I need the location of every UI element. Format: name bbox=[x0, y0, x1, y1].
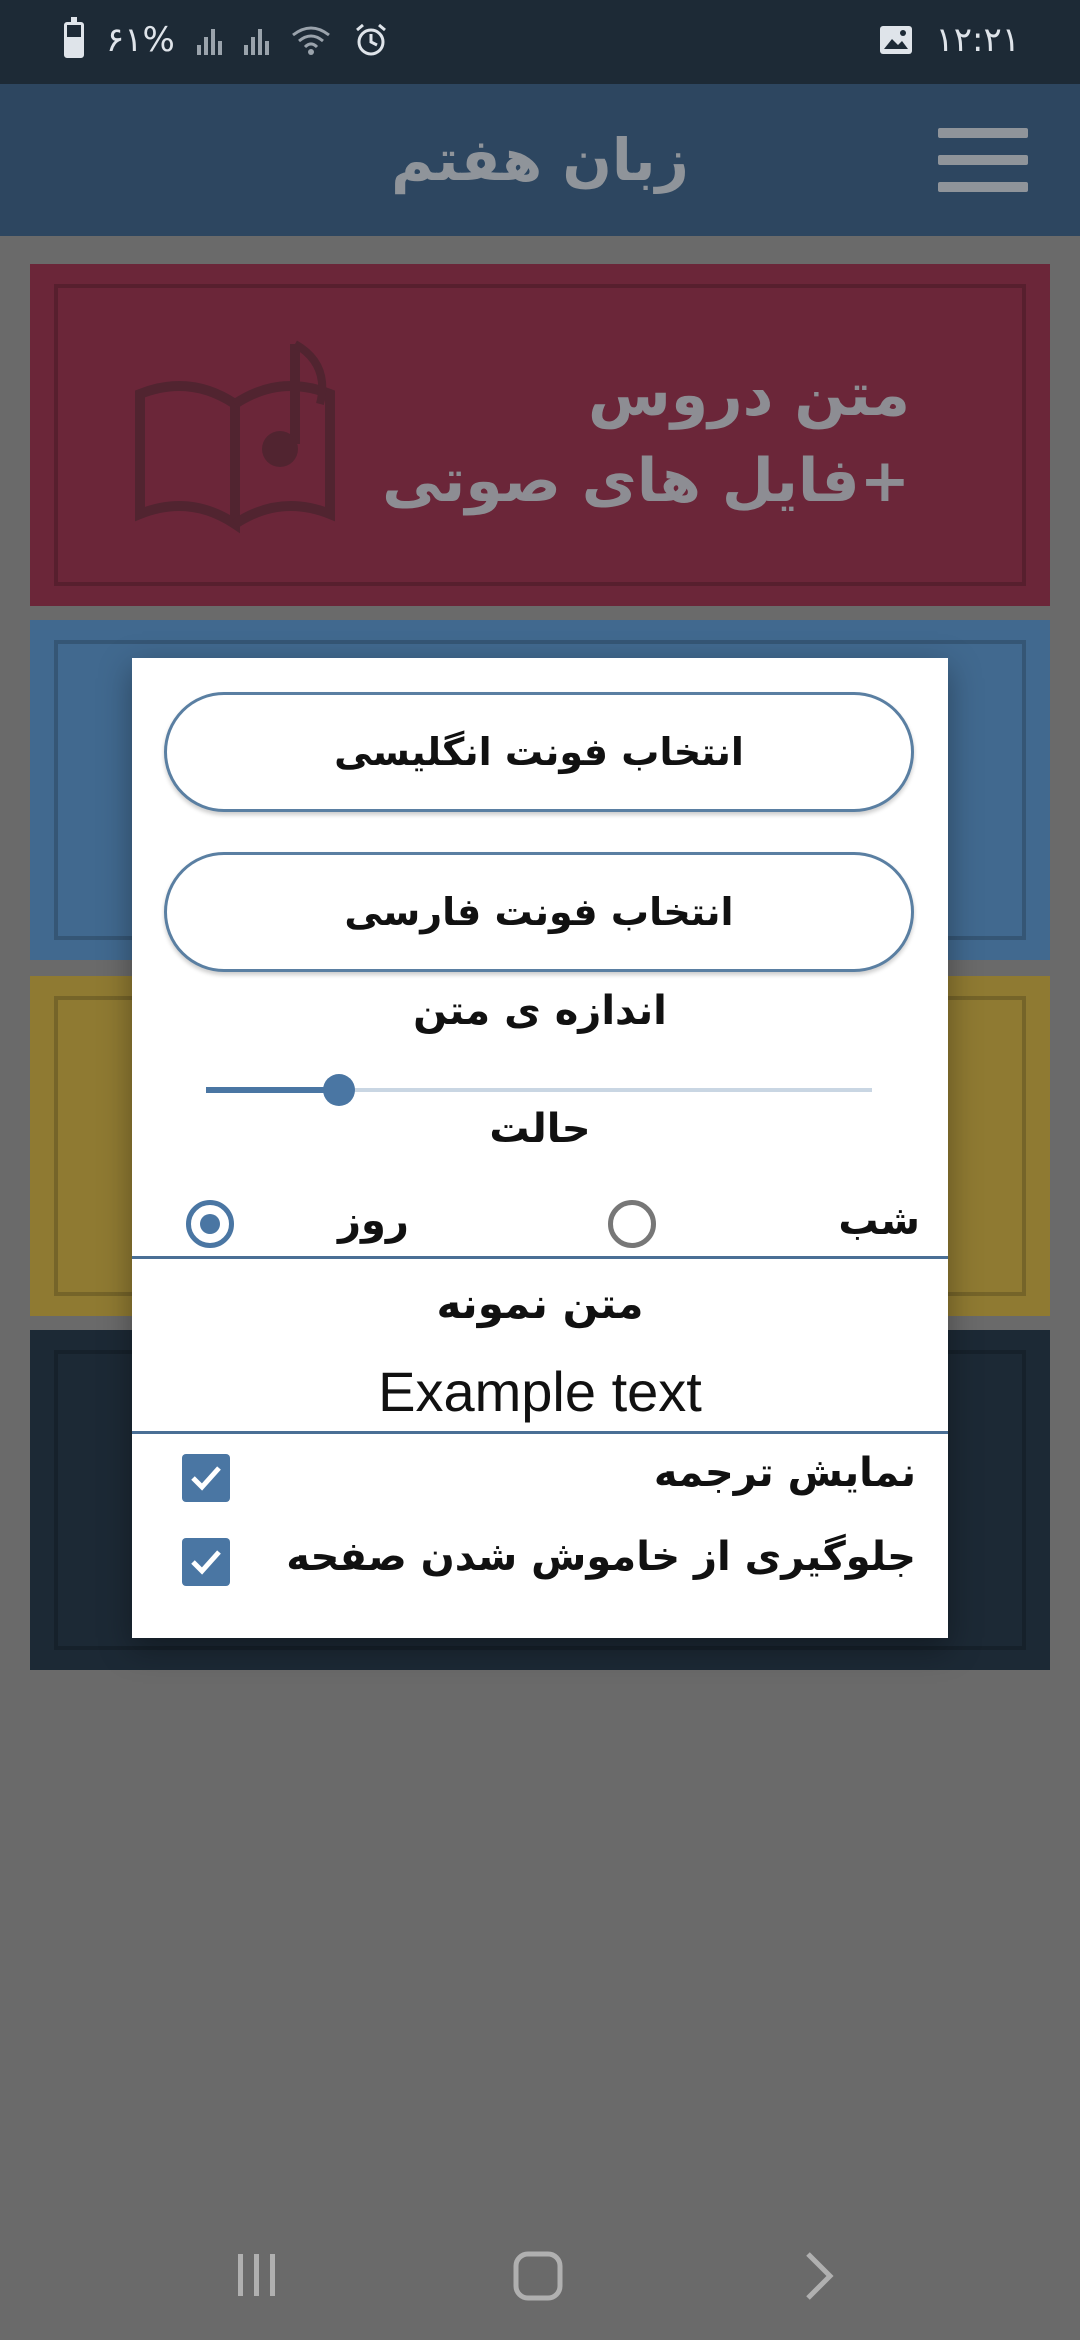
back-icon[interactable] bbox=[800, 2250, 836, 2302]
hamburger-menu-icon[interactable] bbox=[938, 128, 1028, 192]
checkmark-icon bbox=[191, 1550, 221, 1575]
sample-title: متن نمونه bbox=[436, 1279, 644, 1328]
status-right: ۱۲:۲۱ bbox=[879, 20, 1020, 60]
mode-label: حالت bbox=[489, 1106, 591, 1152]
home-icon[interactable] bbox=[512, 2250, 564, 2302]
keep-screen-on-row[interactable]: جلوگیری از خاموش شدن صفحه bbox=[132, 1528, 948, 1598]
keep-screen-on-label: جلوگیری از خاموش شدن صفحه bbox=[286, 1534, 916, 1580]
battery-percent: ۶۱% bbox=[106, 20, 175, 60]
lessons-title-line2: +فایل های صوتی bbox=[382, 446, 910, 516]
sample-text-box: متن نمونه Example text bbox=[132, 1256, 948, 1434]
persian-font-button[interactable]: انتخاب فونت فارسی bbox=[164, 852, 914, 972]
show-translation-checkbox[interactable] bbox=[182, 1454, 230, 1502]
checkmark-icon bbox=[191, 1466, 221, 1491]
keep-screen-on-checkbox[interactable] bbox=[182, 1538, 230, 1586]
day-label[interactable]: روز bbox=[338, 1198, 409, 1244]
system-nav-bar bbox=[0, 2224, 1080, 2340]
day-radio[interactable] bbox=[186, 1200, 234, 1248]
status-left: ۶۱% bbox=[64, 17, 389, 60]
settings-dialog: انتخاب فونت انگلیسی انتخاب فونت فارسی ان… bbox=[132, 658, 948, 1638]
gallery-icon bbox=[880, 26, 913, 54]
recent-apps-icon[interactable] bbox=[234, 2250, 280, 2300]
wifi-icon bbox=[291, 26, 330, 55]
text-size-slider[interactable] bbox=[206, 1070, 872, 1110]
slider-thumb[interactable] bbox=[323, 1074, 356, 1106]
text-size-label: اندازه ی متن bbox=[413, 988, 667, 1034]
sample-text: Example text bbox=[378, 1360, 702, 1423]
book-music-icon bbox=[135, 340, 335, 534]
clock: ۱۲:۲۱ bbox=[935, 20, 1020, 60]
alarm-icon bbox=[355, 23, 386, 56]
night-radio[interactable] bbox=[608, 1200, 656, 1248]
lessons-card-title: متن دروس +فایل های صوتی bbox=[382, 352, 910, 524]
night-label[interactable]: شب bbox=[838, 1198, 920, 1244]
show-translation-label: نمایش ترجمه bbox=[653, 1450, 916, 1496]
battery-icon bbox=[64, 17, 84, 58]
signal-icon bbox=[196, 25, 222, 55]
signal-2-icon bbox=[243, 25, 269, 55]
lessons-card[interactable]: متن دروس +فایل های صوتی bbox=[30, 264, 1050, 606]
slider-fill bbox=[206, 1087, 340, 1093]
lessons-title-line1: متن دروس bbox=[588, 360, 910, 430]
status-bar: ۶۱% ۱۲:۲۱ bbox=[0, 0, 1080, 84]
mode-radio-group: روز شب bbox=[132, 1186, 948, 1266]
app-title: زبان هفتم bbox=[391, 126, 689, 194]
app-bar: زبان هفتم bbox=[0, 84, 1080, 236]
english-font-button[interactable]: انتخاب فونت انگلیسی bbox=[164, 692, 914, 812]
show-translation-row[interactable]: نمایش ترجمه bbox=[132, 1444, 948, 1514]
